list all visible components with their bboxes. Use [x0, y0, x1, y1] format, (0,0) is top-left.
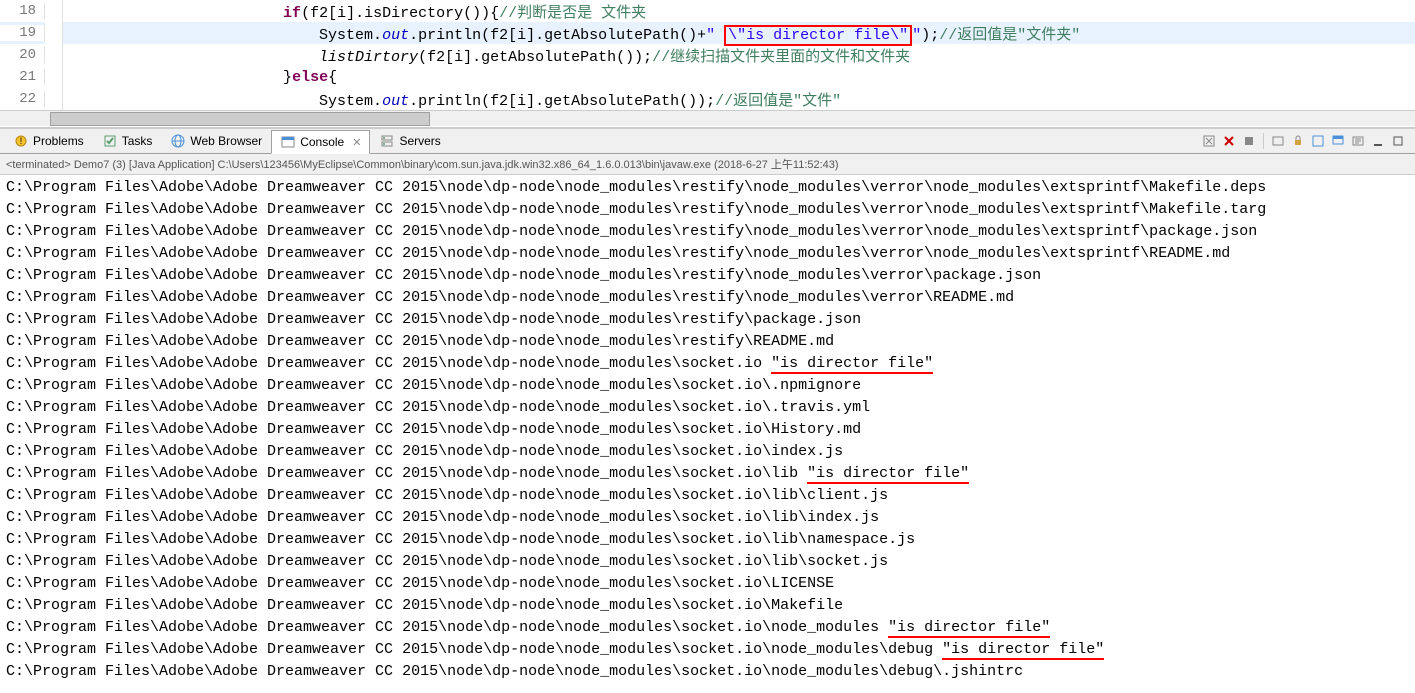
svg-text:!: !: [20, 136, 23, 146]
console-line: C:\Program Files\Adobe\Adobe Dreamweaver…: [6, 331, 1409, 353]
console-line: C:\Program Files\Adobe\Adobe Dreamweaver…: [6, 397, 1409, 419]
console-line: C:\Program Files\Adobe\Adobe Dreamweaver…: [6, 529, 1409, 551]
console-line: C:\Program Files\Adobe\Adobe Dreamweaver…: [6, 309, 1409, 331]
tab-problems[interactable]: ! Problems: [4, 129, 93, 153]
tasks-icon: [102, 133, 118, 149]
line-number: 18: [0, 3, 45, 19]
console-line: C:\Program Files\Adobe\Adobe Dreamweaver…: [6, 485, 1409, 507]
director-file-marker: "is director file": [771, 355, 933, 374]
close-icon[interactable]: ✕: [352, 136, 361, 149]
console-line: C:\Program Files\Adobe\Adobe Dreamweaver…: [6, 573, 1409, 595]
views-tab-bar: ! Problems Tasks Web Browser Console ✕ Servers: [0, 128, 1415, 154]
console-line: C:\Program Files\Adobe\Adobe Dreamweaver…: [6, 353, 1409, 375]
open-console-icon[interactable]: [1349, 132, 1367, 150]
console-line: C:\Program Files\Adobe\Adobe Dreamweaver…: [6, 617, 1409, 639]
scrollbar-thumb[interactable]: [50, 112, 430, 126]
code-editor[interactable]: 18 if(f2[i].isDirectory()){//判断是否是 文件夹 19…: [0, 0, 1415, 128]
console-line: C:\Program Files\Adobe\Adobe Dreamweaver…: [6, 375, 1409, 397]
console-line: C:\Program Files\Adobe\Adobe Dreamweaver…: [6, 463, 1409, 485]
code-line[interactable]: if(f2[i].isDirectory()){//判断是否是 文件夹: [63, 1, 1415, 22]
console-line: C:\Program Files\Adobe\Adobe Dreamweaver…: [6, 199, 1409, 221]
console-line: C:\Program Files\Adobe\Adobe Dreamweaver…: [6, 595, 1409, 617]
fold-gutter[interactable]: [45, 88, 63, 110]
line-number: 22: [0, 91, 45, 107]
browser-icon: [170, 133, 186, 149]
director-file-marker: "is director file": [888, 619, 1050, 638]
console-line: C:\Program Files\Adobe\Adobe Dreamweaver…: [6, 441, 1409, 463]
code-line[interactable]: System.out.println(f2[i].getAbsolutePath…: [63, 23, 1415, 44]
terminate-icon[interactable]: [1240, 132, 1258, 150]
line-number: 21: [0, 69, 45, 85]
pin-console-icon[interactable]: [1309, 132, 1327, 150]
maximize-icon[interactable]: [1389, 132, 1407, 150]
display-console-icon[interactable]: [1329, 132, 1347, 150]
console-output[interactable]: C:\Program Files\Adobe\Adobe Dreamweaver…: [0, 175, 1415, 693]
tab-label: Servers: [399, 134, 440, 148]
code-line[interactable]: listDirtory(f2[i].getAbsolutePath());//继…: [63, 45, 1415, 66]
fold-gutter[interactable]: [45, 66, 63, 88]
problems-icon: !: [13, 133, 29, 149]
console-toolbar: [1200, 132, 1411, 150]
horizontal-scrollbar[interactable]: [0, 110, 1415, 126]
scroll-lock-icon[interactable]: [1289, 132, 1307, 150]
line-number: 19: [0, 25, 45, 41]
servers-icon: [379, 133, 395, 149]
console-line: C:\Program Files\Adobe\Adobe Dreamweaver…: [6, 177, 1409, 199]
clear-console-icon[interactable]: [1269, 132, 1287, 150]
tab-label: Problems: [33, 134, 84, 148]
console-line: C:\Program Files\Adobe\Adobe Dreamweaver…: [6, 507, 1409, 529]
director-file-marker: "is director file": [942, 641, 1104, 660]
fold-gutter[interactable]: [45, 44, 63, 66]
tab-servers[interactable]: Servers: [370, 129, 449, 153]
director-file-marker: "is director file": [807, 465, 969, 484]
tab-label: Web Browser: [190, 134, 262, 148]
tab-console[interactable]: Console ✕: [271, 130, 370, 154]
console-line: C:\Program Files\Adobe\Adobe Dreamweaver…: [6, 551, 1409, 573]
fold-gutter[interactable]: [45, 0, 63, 22]
code-line[interactable]: }else{: [63, 69, 1415, 86]
console-line: C:\Program Files\Adobe\Adobe Dreamweaver…: [6, 221, 1409, 243]
console-line: C:\Program Files\Adobe\Adobe Dreamweaver…: [6, 287, 1409, 309]
console-line: C:\Program Files\Adobe\Adobe Dreamweaver…: [6, 661, 1409, 683]
console-icon: [280, 134, 296, 150]
tab-tasks[interactable]: Tasks: [93, 129, 162, 153]
minimize-icon[interactable]: [1369, 132, 1387, 150]
console-line: C:\Program Files\Adobe\Adobe Dreamweaver…: [6, 639, 1409, 661]
remove-launch-icon[interactable]: [1200, 132, 1218, 150]
console-line: C:\Program Files\Adobe\Adobe Dreamweaver…: [6, 265, 1409, 287]
tab-label: Console: [300, 135, 344, 149]
console-line: C:\Program Files\Adobe\Adobe Dreamweaver…: [6, 243, 1409, 265]
console-line: C:\Program Files\Adobe\Adobe Dreamweaver…: [6, 419, 1409, 441]
fold-gutter[interactable]: [45, 22, 63, 44]
code-line[interactable]: System.out.println(f2[i].getAbsolutePath…: [63, 89, 1415, 110]
tab-label: Tasks: [122, 134, 153, 148]
tab-web-browser[interactable]: Web Browser: [161, 129, 271, 153]
line-number: 20: [0, 47, 45, 63]
remove-all-icon[interactable]: [1220, 132, 1238, 150]
terminated-status: <terminated> Demo7 (3) [Java Application…: [0, 154, 1415, 175]
